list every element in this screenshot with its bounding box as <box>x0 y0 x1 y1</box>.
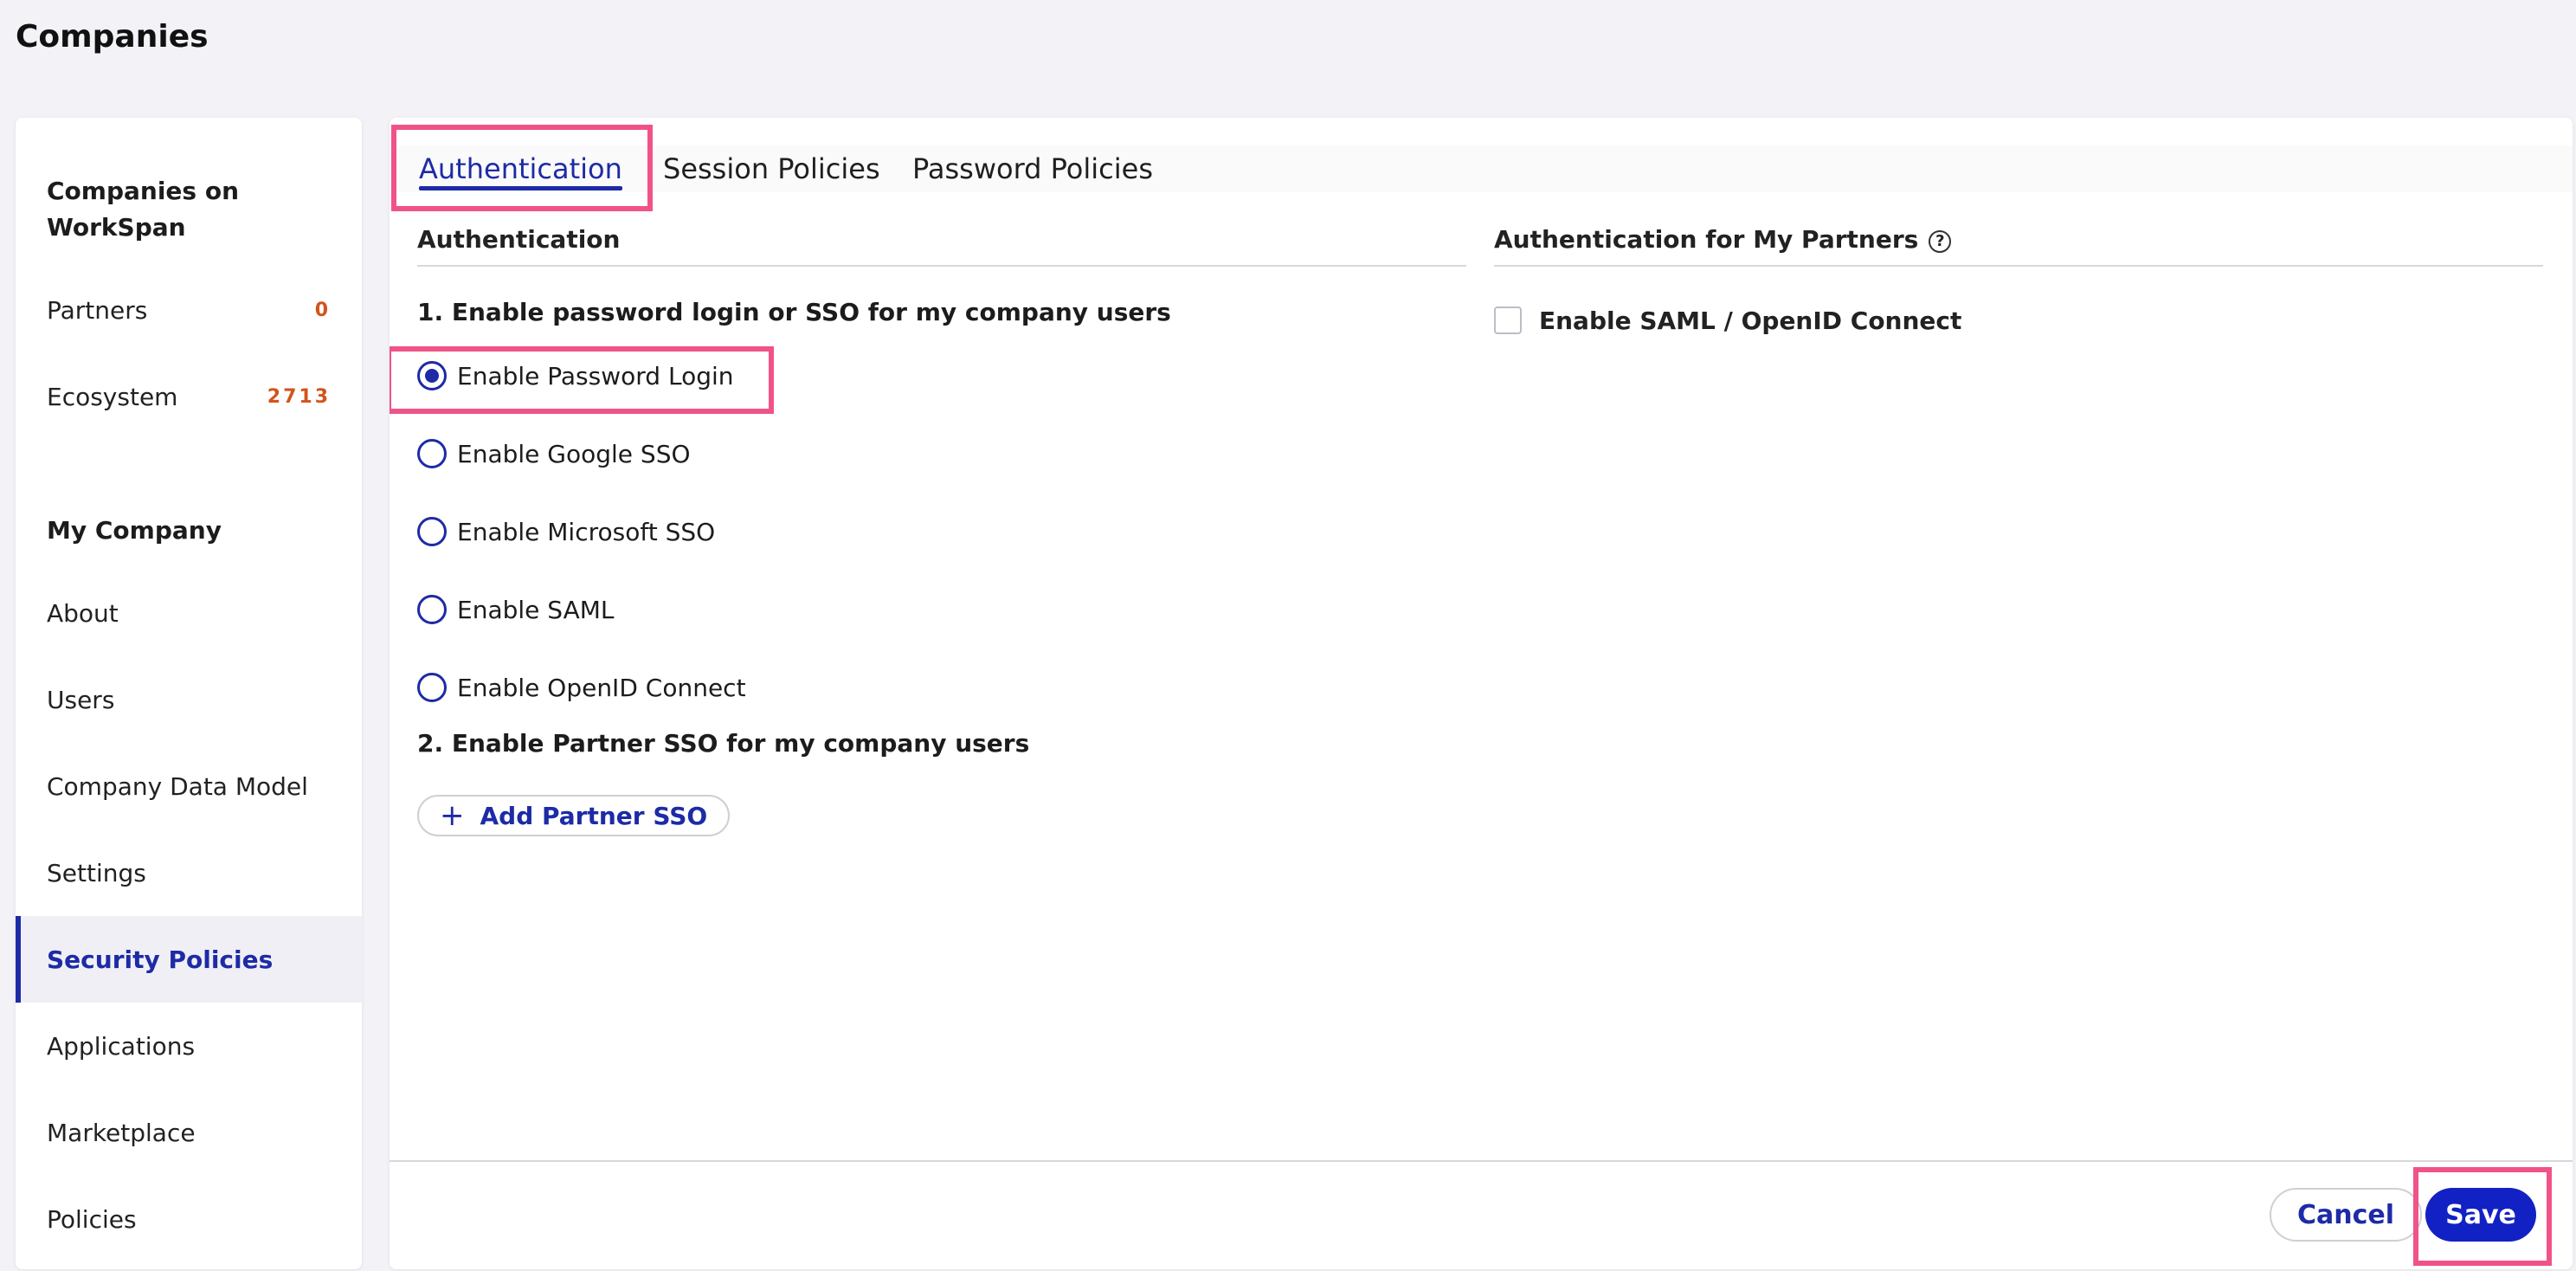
sidebar-heading-my-company: My Company <box>47 516 222 545</box>
sidebar-item-users[interactable]: Users <box>16 656 362 743</box>
tab-bar: Authentication Session Policies Password… <box>390 145 2573 192</box>
main-panel: Authentication Session Policies Password… <box>390 118 2573 1269</box>
sidebar-item-label: Ecosystem <box>47 382 178 411</box>
sidebar: Companies on WorkSpan Partners 0 Ecosyst… <box>16 118 362 1269</box>
plus-icon: + <box>440 798 465 833</box>
checkbox-unchecked-icon[interactable] <box>1494 306 1522 334</box>
radio-unselected-icon[interactable] <box>417 595 447 624</box>
add-partner-sso-label: Add Partner SSO <box>480 801 708 830</box>
step1-heading: 1. Enable password login or SSO for my c… <box>417 298 1171 326</box>
sidebar-item-label: About <box>47 598 119 628</box>
tab-label: Authentication <box>419 152 622 185</box>
sidebar-item-label: Policies <box>47 1204 137 1234</box>
radio-label: Enable SAML <box>457 595 615 624</box>
sidebar-item-label: Security Policies <box>47 945 274 974</box>
partners-count: 0 <box>314 299 331 321</box>
radio-label: Enable OpenID Connect <box>457 673 746 702</box>
partners-auth-divider <box>1494 265 2543 267</box>
active-tab-underline <box>419 186 622 190</box>
add-partner-sso-button[interactable]: + Add Partner SSO <box>417 795 731 836</box>
checkbox-enable-saml-openid[interactable]: Enable SAML / OpenID Connect <box>1494 300 1961 341</box>
sidebar-item-label: Users <box>47 685 115 714</box>
sidebar-item-settings[interactable]: Settings <box>16 829 362 916</box>
sidebar-item-label: Company Data Model <box>47 771 308 801</box>
partners-auth-heading: Authentication for My Partners? <box>1494 225 1952 254</box>
tab-session-policies[interactable]: Session Policies <box>663 145 880 192</box>
radio-enable-microsoft-sso[interactable]: Enable Microsoft SSO <box>417 511 715 552</box>
radio-unselected-icon[interactable] <box>417 439 447 468</box>
authentication-divider <box>417 265 1466 267</box>
radio-label: Enable Microsoft SSO <box>457 517 716 546</box>
footer-bar: Cancel Save <box>390 1160 2573 1269</box>
sidebar-item-label: Marketplace <box>47 1118 196 1147</box>
radio-label: Enable Google SSO <box>457 439 691 468</box>
radio-enable-google-sso[interactable]: Enable Google SSO <box>417 433 691 474</box>
sidebar-heading-companies: Companies on WorkSpan <box>47 177 240 242</box>
question-circle-icon[interactable]: ? <box>1929 230 1952 253</box>
sidebar-item-company-data-model[interactable]: Company Data Model <box>16 743 362 829</box>
save-button[interactable]: Save <box>2425 1188 2536 1242</box>
sidebar-item-label: Partners <box>47 295 148 325</box>
radio-enable-saml[interactable]: Enable SAML <box>417 589 614 630</box>
radio-enable-password-login[interactable]: Enable Password Login <box>417 355 734 397</box>
radio-enable-openid-connect[interactable]: Enable OpenID Connect <box>417 667 746 708</box>
page-title: Companies <box>16 19 209 55</box>
sidebar-item-label: Settings <box>47 858 146 887</box>
radio-unselected-icon[interactable] <box>417 517 447 546</box>
radio-unselected-icon[interactable] <box>417 673 447 702</box>
radio-label: Enable Password Login <box>457 361 734 390</box>
sidebar-item-partners[interactable]: Partners 0 <box>16 267 362 353</box>
step2-heading: 2. Enable Partner SSO for my company use… <box>417 729 1030 758</box>
sidebar-item-label: Applications <box>47 1031 196 1061</box>
partners-auth-heading-text: Authentication for My Partners <box>1494 225 1919 254</box>
checkbox-label: Enable SAML / OpenID Connect <box>1539 306 1962 335</box>
authentication-heading: Authentication <box>417 225 621 254</box>
sidebar-item-marketplace[interactable]: Marketplace <box>16 1089 362 1176</box>
ecosystem-count: 2713 <box>267 385 331 408</box>
sidebar-item-policies[interactable]: Policies <box>16 1176 362 1262</box>
tab-password-policies[interactable]: Password Policies <box>912 145 1153 192</box>
sidebar-item-ecosystem[interactable]: Ecosystem 2713 <box>16 353 362 440</box>
radio-selected-icon[interactable] <box>417 361 447 390</box>
sidebar-item-about[interactable]: About <box>16 570 362 656</box>
cancel-button[interactable]: Cancel <box>2270 1188 2422 1242</box>
sidebar-item-applications[interactable]: Applications <box>16 1003 362 1089</box>
sidebar-item-security-policies[interactable]: Security Policies <box>16 916 362 1003</box>
tab-label: Password Policies <box>912 152 1153 185</box>
tab-authentication[interactable]: Authentication <box>419 145 622 192</box>
tab-label: Session Policies <box>663 152 880 185</box>
